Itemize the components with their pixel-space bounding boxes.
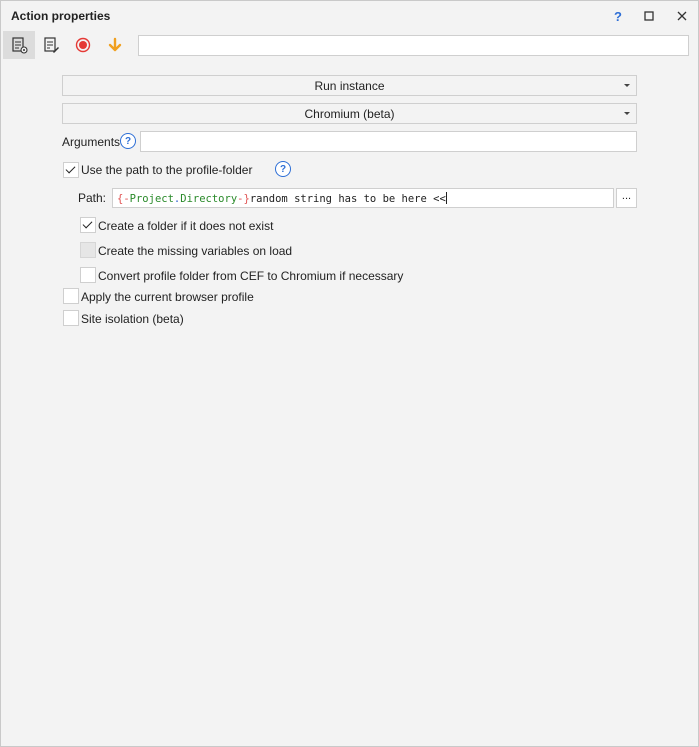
record-button[interactable] — [67, 31, 99, 59]
path-var-close-brace: -} — [237, 193, 250, 205]
browser-select-value: Chromium (beta) — [304, 107, 395, 121]
site-isolation-checkbox[interactable] — [63, 310, 79, 326]
path-literal-text: random string has to be here << — [249, 193, 446, 205]
edit-document-icon — [44, 37, 59, 53]
properties-icon — [12, 37, 28, 54]
create-missing-vars-checkbox[interactable] — [80, 242, 96, 258]
path-label: Path: — [78, 191, 107, 205]
properties-tab[interactable] — [3, 31, 35, 59]
create-folder-label: Create a folder if it does not exist — [98, 219, 274, 233]
close-button[interactable] — [673, 7, 691, 25]
action-select-value: Run instance — [314, 79, 385, 93]
path-var-directory: Directory — [180, 193, 238, 205]
create-folder-checkbox[interactable] — [80, 217, 96, 233]
maximize-button[interactable] — [640, 7, 658, 25]
browser-select[interactable]: Chromium (beta) — [62, 103, 637, 124]
site-isolation-label: Site isolation (beta) — [81, 312, 184, 326]
close-icon — [677, 11, 687, 21]
edit-tab[interactable] — [35, 31, 67, 59]
action-select[interactable]: Run instance — [62, 75, 637, 96]
action-properties-window: Action properties ? Run instance Chromiu… — [0, 0, 699, 747]
path-var-project: Project — [129, 193, 174, 205]
toolbar-search-input[interactable] — [138, 35, 689, 56]
arrow-down-icon — [108, 37, 122, 52]
profile-path-help-icon[interactable]: ? — [275, 161, 291, 177]
maximize-icon — [644, 11, 654, 21]
use-profile-path-checkbox[interactable] — [63, 162, 79, 178]
use-profile-path-label: Use the path to the profile-folder — [81, 163, 253, 177]
path-input[interactable]: {-Project.Directory-}random string has t… — [112, 188, 614, 208]
text-caret — [445, 192, 447, 204]
chevron-down-icon — [624, 112, 630, 115]
convert-profile-label: Convert profile folder from CEF to Chrom… — [98, 269, 404, 283]
check-icon — [82, 218, 93, 229]
arguments-help-icon[interactable]: ? — [120, 133, 136, 149]
download-button[interactable] — [99, 31, 131, 59]
toolbar — [1, 31, 698, 59]
arguments-label: Arguments — [62, 135, 121, 149]
browse-button[interactable]: ... — [616, 188, 637, 208]
path-value: {-Project.Directory-}random string has t… — [117, 192, 447, 205]
apply-profile-checkbox[interactable] — [63, 288, 79, 304]
help-button[interactable]: ? — [609, 7, 627, 25]
title-bar: Action properties ? — [1, 1, 698, 31]
check-icon — [65, 163, 76, 174]
record-icon — [75, 37, 91, 53]
arguments-input[interactable] — [140, 131, 637, 152]
window-title: Action properties — [11, 9, 111, 23]
chevron-down-icon — [624, 84, 630, 87]
create-missing-vars-label: Create the missing variables on load — [98, 244, 293, 258]
apply-profile-label: Apply the current browser profile — [81, 290, 254, 304]
convert-profile-checkbox[interactable] — [80, 267, 96, 283]
path-var-open-brace: {- — [117, 193, 130, 205]
